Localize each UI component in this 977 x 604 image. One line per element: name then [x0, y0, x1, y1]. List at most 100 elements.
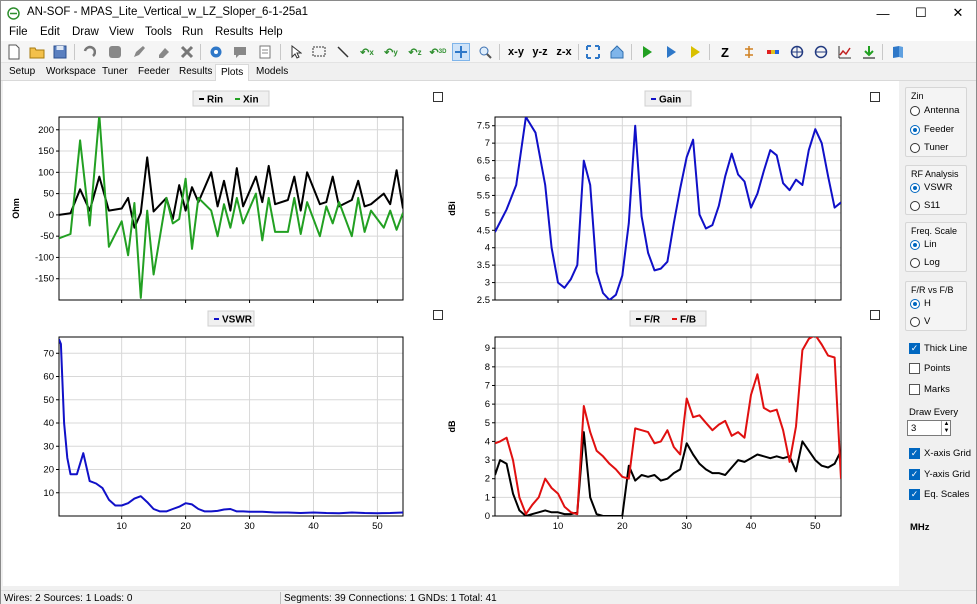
far-field-2d-icon[interactable]: [812, 43, 830, 61]
tab-models[interactable]: Models: [256, 66, 288, 77]
rf-group-title: RF Analysis: [911, 169, 959, 179]
y-axis-grid-checkbox[interactable]: ✓ Y-axis Grid: [909, 469, 970, 480]
marks-checkbox[interactable]: Marks: [909, 384, 950, 395]
home-icon[interactable]: [608, 43, 626, 61]
spin-up-icon[interactable]: ▲: [941, 421, 951, 428]
fit-icon[interactable]: [584, 43, 602, 61]
help-book-icon[interactable]: [889, 43, 907, 61]
draw-every-spinner[interactable]: 3 ▲ ▼: [907, 420, 951, 436]
x-axis-grid-checkbox[interactable]: ✓ X-axis Grid: [909, 448, 971, 459]
menu-edit[interactable]: Edit: [40, 26, 60, 38]
view-yz-button[interactable]: y-z: [530, 43, 550, 61]
legend-label: Gain: [659, 95, 681, 106]
y-tick-label: 4: [485, 436, 490, 447]
title-bar: AN-SOF - MPAS_Lite_Vertical_w_LZ_Sloper_…: [1, 1, 976, 25]
check-icon: ✓: [909, 489, 920, 500]
pan-icon[interactable]: [452, 43, 470, 61]
rf-s11-radio[interactable]: S11: [910, 200, 940, 211]
fr-h-radio[interactable]: H: [910, 298, 931, 309]
run-icon[interactable]: [638, 43, 656, 61]
zin-feeder-radio[interactable]: Feeder: [910, 124, 954, 135]
freq-log-radio[interactable]: Log: [910, 257, 940, 268]
undo-icon[interactable]: [80, 43, 98, 61]
open-folder-icon[interactable]: [28, 43, 46, 61]
plot-frame: [494, 336, 842, 517]
plot-fr-fb-select-checkbox[interactable]: [870, 310, 880, 320]
plot-vswr-select-checkbox[interactable]: [433, 310, 443, 320]
freq-lin-radio[interactable]: Lin: [910, 239, 937, 250]
rotate-y-icon[interactable]: ↶ y: [382, 43, 400, 61]
notes-icon[interactable]: [256, 43, 274, 61]
run-step-icon[interactable]: [662, 43, 680, 61]
tab-setup[interactable]: Setup: [9, 66, 35, 77]
status-segments: Segments: 39 Connections: 1 GNDs: 1 Tota…: [284, 593, 497, 604]
thick-line-checkbox[interactable]: ✓ Thick Line: [909, 343, 967, 354]
zin-icon[interactable]: Z: [716, 43, 734, 61]
rotate-3d-icon[interactable]: ↶ 3D: [429, 43, 447, 61]
view-xy-button[interactable]: x-y: [506, 43, 526, 61]
chart-icon[interactable]: [836, 43, 854, 61]
spin-down-icon[interactable]: ▼: [941, 428, 951, 435]
zin-antenna-radio[interactable]: Antenna: [910, 105, 959, 116]
y-tick-label: 100: [38, 167, 54, 178]
menu-results[interactable]: Results: [215, 26, 253, 38]
maximize-button[interactable]: ☐: [901, 1, 941, 25]
tab-feeder[interactable]: Feeder: [138, 66, 170, 77]
stop-icon[interactable]: [106, 43, 124, 61]
rotate-x-icon[interactable]: ↶ x: [358, 43, 376, 61]
current-distribution-icon[interactable]: [740, 43, 758, 61]
tab-results[interactable]: Results: [179, 66, 212, 77]
radio-label: Antenna: [924, 105, 960, 116]
close-button[interactable]: ✕: [938, 1, 977, 25]
checkbox-box: [909, 384, 920, 395]
fr-group-title: F/R vs F/B: [911, 285, 954, 295]
menu-tools[interactable]: Tools: [145, 26, 172, 38]
checkbox-box: [909, 363, 920, 374]
line-icon[interactable]: [334, 43, 352, 61]
pointer-icon[interactable]: [287, 43, 305, 61]
radio-dot: [910, 257, 920, 268]
y-tick-label: 20: [43, 465, 54, 476]
menu-view[interactable]: View: [109, 26, 134, 38]
fr-v-radio[interactable]: V: [910, 316, 930, 327]
menu-help[interactable]: Help: [259, 26, 283, 38]
y-tick-label: 4.5: [477, 225, 490, 236]
menu-run[interactable]: Run: [182, 26, 203, 38]
select-rect-icon[interactable]: [310, 43, 328, 61]
comment-icon[interactable]: [231, 43, 249, 61]
checkbox-label: Marks: [924, 384, 950, 395]
y-tick-label: 3.5: [477, 260, 490, 271]
zoom-icon[interactable]: [476, 43, 494, 61]
delete-icon[interactable]: [178, 43, 196, 61]
near-field-icon[interactable]: [764, 43, 782, 61]
rf-vswr-radio[interactable]: VSWR: [910, 182, 953, 193]
y-tick-label: 2.5: [477, 295, 490, 306]
y-tick-label: 3: [485, 278, 490, 289]
pencil-icon[interactable]: [130, 43, 148, 61]
settings-gear-icon[interactable]: [207, 43, 225, 61]
eraser-icon[interactable]: [154, 43, 172, 61]
zin-tuner-radio[interactable]: Tuner: [910, 142, 948, 153]
tab-tuner[interactable]: Tuner: [102, 66, 128, 77]
rotate-z-icon[interactable]: ↶ z: [406, 43, 424, 61]
export-icon[interactable]: [860, 43, 878, 61]
tab-plots[interactable]: Plots: [215, 64, 250, 81]
y-tick-label: -150: [35, 274, 54, 285]
new-file-icon[interactable]: [5, 43, 23, 61]
view-zx-button[interactable]: z-x: [554, 43, 574, 61]
plot-zin-select-checkbox[interactable]: [433, 92, 443, 102]
save-icon[interactable]: [51, 43, 69, 61]
menu-draw[interactable]: Draw: [72, 26, 99, 38]
radio-label: S11: [924, 200, 941, 211]
far-field-3d-icon[interactable]: [788, 43, 806, 61]
eq-scales-checkbox[interactable]: ✓ Eq. Scales: [909, 489, 969, 500]
legend-label: F/R: [644, 315, 661, 326]
menu-file[interactable]: File: [9, 26, 28, 38]
x-tick-label: 10: [116, 521, 127, 532]
run-all-icon[interactable]: [686, 43, 704, 61]
minimize-button[interactable]: —: [863, 1, 903, 25]
plots-panel: -150 -100 -50 0 50 100 150 200 Ohm Rin Xin 2.5 3 3.5 4…: [3, 81, 899, 586]
plot-gain-select-checkbox[interactable]: [870, 92, 880, 102]
points-checkbox[interactable]: Points: [909, 363, 950, 374]
tab-workspace[interactable]: Workspace: [46, 66, 96, 77]
